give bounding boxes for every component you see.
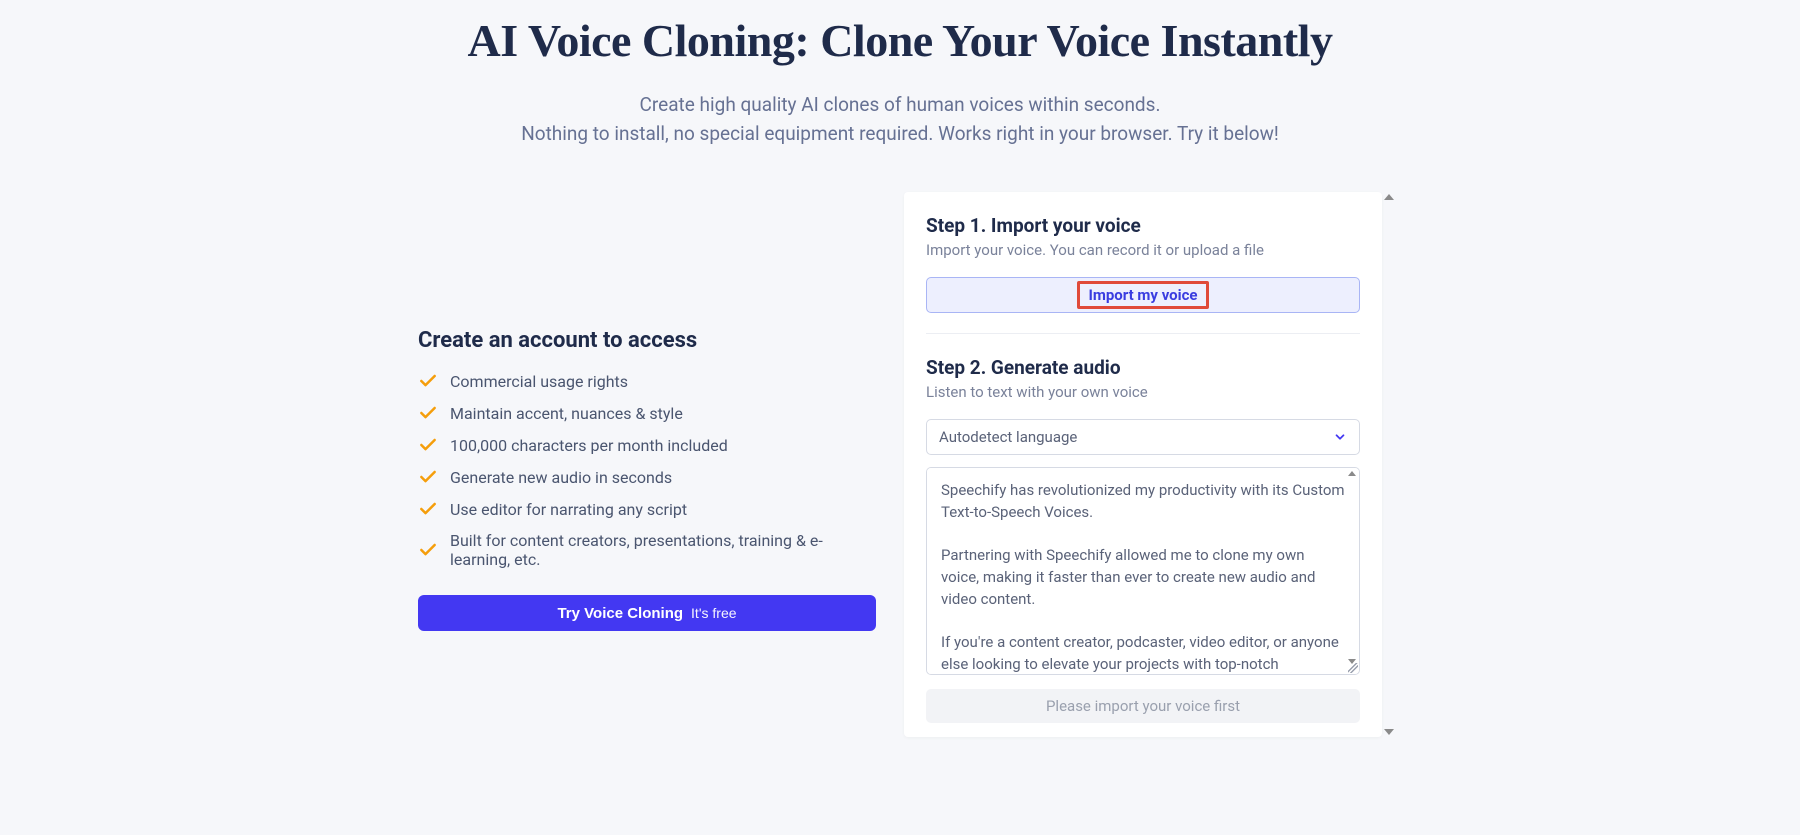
subtitle-line2: Nothing to install, no special equipment… [521, 122, 1279, 145]
try-voice-cloning-button[interactable]: Try Voice Cloning It's free [418, 595, 876, 631]
check-icon [418, 499, 438, 519]
feature-item: Commercial usage rights [418, 371, 876, 391]
step1-title: Step 1. Import your voice [926, 214, 1360, 237]
feature-item: 100,000 characters per month included [418, 435, 876, 455]
subtitle-line1: Create high quality AI clones of human v… [640, 93, 1161, 116]
language-select[interactable]: Autodetect language [926, 419, 1360, 455]
feature-item: Built for content creators, presentation… [418, 531, 876, 569]
page-title: AI Voice Cloning: Clone Your Voice Insta… [0, 14, 1800, 67]
check-icon [418, 467, 438, 487]
feature-label: 100,000 characters per month included [450, 436, 728, 455]
feature-item: Maintain accent, nuances & style [418, 403, 876, 423]
divider [926, 333, 1360, 334]
check-icon [418, 540, 438, 560]
check-icon [418, 403, 438, 423]
generate-disabled-label: Please import your voice first [1046, 697, 1240, 715]
chevron-down-icon [1333, 430, 1347, 444]
feature-list: Commercial usage rights Maintain accent,… [418, 371, 876, 569]
scroll-up-icon [1384, 194, 1394, 200]
step2-title: Step 2. Generate audio [926, 356, 1360, 379]
feature-label: Generate new audio in seconds [450, 468, 672, 487]
check-icon [418, 435, 438, 455]
cta-sub-label: It's free [691, 605, 736, 621]
import-my-voice-button[interactable]: Import my voice [926, 277, 1360, 313]
cta-main-label: Try Voice Cloning [557, 605, 683, 622]
step2-subtitle: Listen to text with your own voice [926, 383, 1360, 401]
feature-label: Use editor for narrating any script [450, 500, 687, 519]
create-account-heading: Create an account to access [418, 328, 876, 353]
feature-label: Maintain accent, nuances & style [450, 404, 683, 423]
import-my-voice-label: Import my voice [1077, 281, 1208, 309]
left-panel: Create an account to access Commercial u… [418, 192, 876, 631]
feature-item: Generate new audio in seconds [418, 467, 876, 487]
step1-subtitle: Import your voice. You can record it or … [926, 241, 1360, 259]
scroll-down-icon [1384, 729, 1394, 735]
panel-scrollbar[interactable] [1382, 192, 1396, 737]
generate-disabled-bar: Please import your voice first [926, 689, 1360, 723]
wizard-panel: Step 1. Import your voice Import your vo… [904, 192, 1382, 737]
feature-item: Use editor for narrating any script [418, 499, 876, 519]
page-subtitle: Create high quality AI clones of human v… [0, 91, 1800, 148]
feature-label: Commercial usage rights [450, 372, 628, 391]
script-textarea[interactable] [927, 468, 1359, 674]
feature-label: Built for content creators, presentation… [450, 531, 876, 569]
language-selected-label: Autodetect language [939, 428, 1077, 446]
script-textarea-wrap [926, 467, 1360, 675]
check-icon [418, 371, 438, 391]
